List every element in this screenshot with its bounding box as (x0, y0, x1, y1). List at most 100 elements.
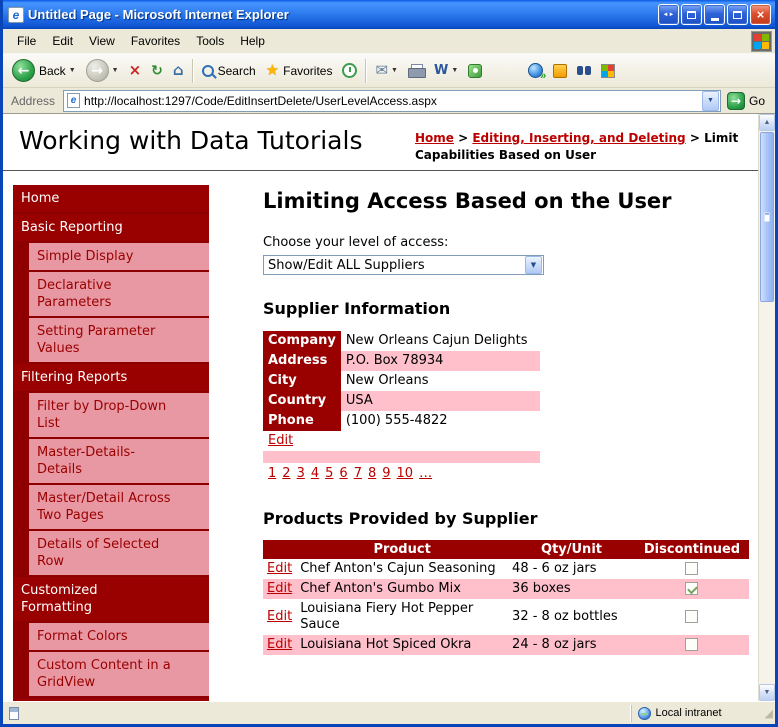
menu-view[interactable]: View (81, 30, 123, 52)
forward-dropdown-icon[interactable]: ▼ (112, 67, 119, 74)
title-bar[interactable]: e Untitled Page - Microsoft Internet Exp… (3, 0, 775, 29)
go-to-linked-button[interactable] (523, 57, 548, 85)
edit-dropdown-icon[interactable]: ▼ (451, 67, 458, 74)
pager-page-6[interactable]: 6 (339, 466, 347, 481)
favorites-button[interactable]: ★ Favorites (261, 57, 338, 85)
menu-favorites[interactable]: Favorites (123, 30, 188, 52)
pager-page-7[interactable]: 7 (354, 466, 362, 481)
menu-bar: File Edit View Favorites Tools Help (3, 29, 775, 54)
scroll-up-button[interactable]: ▲ (759, 114, 775, 131)
history-button[interactable] (337, 57, 362, 85)
pager-page-5[interactable]: 5 (325, 466, 333, 481)
scroll-down-button[interactable]: ▼ (759, 684, 775, 701)
pager-page-8[interactable]: 8 (368, 466, 376, 481)
edit-button[interactable]: W ▼ (429, 57, 463, 85)
go-button[interactable]: → Go (726, 91, 765, 110)
maximize-icon (733, 10, 742, 19)
stop-button[interactable]: × (124, 57, 147, 85)
pager-page-1[interactable]: 1 (268, 466, 276, 481)
sidebar-item-home[interactable]: Home (13, 185, 209, 212)
access-level-select[interactable]: Show/Edit ALL Suppliers ▼ (263, 255, 544, 275)
sidebar-item-filtering-reports[interactable]: Filtering Reports (13, 364, 209, 391)
discontinued-checkbox[interactable] (685, 638, 699, 651)
discontinued-checkbox[interactable] (685, 582, 699, 595)
breadcrumb-link-home[interactable]: Home (415, 131, 454, 145)
messenger-icon (468, 63, 483, 78)
back-icon: ← (12, 59, 35, 82)
back-button[interactable]: ← Back ▼ (7, 57, 81, 85)
products-header-qty-unit: Qty/Unit (508, 540, 635, 559)
search-button[interactable]: Search (197, 57, 261, 85)
mail-dropdown-icon[interactable]: ▼ (391, 67, 398, 74)
supplier-field-row: Address P.O. Box 78934 (263, 351, 540, 371)
sidebar-item-filter-by-drop-down-list[interactable]: Filter by Drop-Down List (29, 393, 209, 437)
pager-page-10[interactable]: 10 (397, 466, 414, 481)
breadcrumb-separator: > (685, 131, 705, 145)
mail-button[interactable]: ✉ ▼ (370, 57, 403, 85)
home-icon: ⌂ (172, 61, 184, 79)
pager-page-3[interactable]: 3 (297, 466, 305, 481)
windows-logo-icon (751, 30, 772, 52)
sidebar-item-master-details-details[interactable]: Master-Details-Details (29, 439, 209, 483)
history-icon (342, 63, 358, 78)
go-label: Go (748, 93, 765, 108)
product-edit-link[interactable]: Edit (267, 561, 292, 576)
pager-page-2[interactable]: 2 (282, 466, 290, 481)
sidebar-item-format-colors[interactable]: Format Colors (29, 623, 209, 650)
product-edit-link[interactable]: Edit (267, 581, 292, 596)
left-right-arrows-icon: ◄► (662, 11, 675, 18)
resize-grip[interactable]: ◢ (765, 707, 773, 720)
menu-tools[interactable]: Tools (188, 30, 232, 52)
product-edit-link[interactable]: Edit (267, 609, 292, 624)
sidebar-item-customized-formatting[interactable]: Customized Formatting (13, 577, 209, 621)
menu-help[interactable]: Help (232, 30, 273, 52)
title-window-button[interactable] (681, 4, 702, 25)
address-dropdown-button[interactable]: ▼ (701, 90, 719, 111)
sidebar-item-details-of-selected-row[interactable]: Details of Selected Row (29, 531, 209, 575)
forward-button[interactable]: → ▼ (81, 57, 124, 85)
pager-page-9[interactable]: 9 (382, 466, 390, 481)
address-input-box[interactable]: e ▼ (63, 89, 721, 112)
toolbar-separator (365, 58, 368, 83)
sidebar-item-master-detail-across-two-pages[interactable]: Master/Detail Across Two Pages (29, 485, 209, 529)
address-url-input[interactable] (80, 93, 701, 108)
vertical-scrollbar[interactable]: ▲ ▼ (758, 114, 775, 701)
sidebar-item-setting-parameter-values[interactable]: Setting Parameter Values (29, 318, 209, 362)
menu-file[interactable]: File (9, 30, 44, 52)
home-button[interactable]: ⌂ (168, 57, 189, 85)
status-zone-label: Local intranet (655, 707, 722, 719)
tiles-button[interactable] (596, 57, 620, 85)
product-name: Louisiana Fiery Hot Pepper Sauce (300, 601, 474, 632)
scrollbar-thumb[interactable] (760, 132, 774, 302)
supplier-field-value: New Orleans (340, 371, 540, 391)
pager-page-4[interactable]: 4 (311, 466, 319, 481)
browser-viewport: Working with Data Tutorials Home > Editi… (3, 114, 775, 701)
research-button[interactable] (572, 57, 596, 85)
messenger-button[interactable] (463, 57, 487, 85)
page-title: Limiting Access Based on the User (263, 189, 672, 213)
sidebar-item-declarative-parameters[interactable]: Declarative Parameters (29, 272, 209, 316)
print-button[interactable] (403, 57, 429, 85)
refresh-button[interactable]: ↻ (146, 57, 168, 85)
product-edit-link[interactable]: Edit (267, 637, 292, 652)
maximize-button[interactable] (727, 4, 748, 25)
sidebar-item-basic-reporting[interactable]: Basic Reporting (13, 214, 209, 241)
title-arrows-button[interactable]: ◄► (658, 4, 679, 25)
close-button[interactable]: × (750, 4, 771, 25)
back-dropdown-icon[interactable]: ▼ (69, 67, 76, 74)
sidebar-item-custom-content-in-a-gridview[interactable]: Custom Content in a GridView (29, 652, 209, 696)
minimize-button[interactable] (704, 4, 725, 25)
supplier-field-value: (100) 555-4822 (340, 411, 540, 431)
products-table: Product Qty/Unit Discontinued Edit Chef Ant… (263, 540, 749, 655)
sidebar-item-simple-display[interactable]: Simple Display (29, 243, 209, 270)
breadcrumb-link-editing-inserting-and-deleting[interactable]: Editing, Inserting, and Deleting (472, 131, 685, 145)
combo-dropdown-icon[interactable]: ▼ (525, 256, 542, 274)
supplier-edit-link[interactable]: Edit (268, 433, 293, 448)
highlighter-button[interactable] (548, 57, 572, 85)
sidebar: Home Basic Reporting Simple Display Declara… (13, 185, 209, 701)
pager-page-more[interactable]: … (419, 466, 432, 481)
discontinued-checkbox[interactable] (685, 562, 699, 575)
discontinued-checkbox[interactable] (685, 610, 699, 623)
scrollbar-track[interactable] (759, 303, 775, 684)
menu-edit[interactable]: Edit (44, 30, 81, 52)
